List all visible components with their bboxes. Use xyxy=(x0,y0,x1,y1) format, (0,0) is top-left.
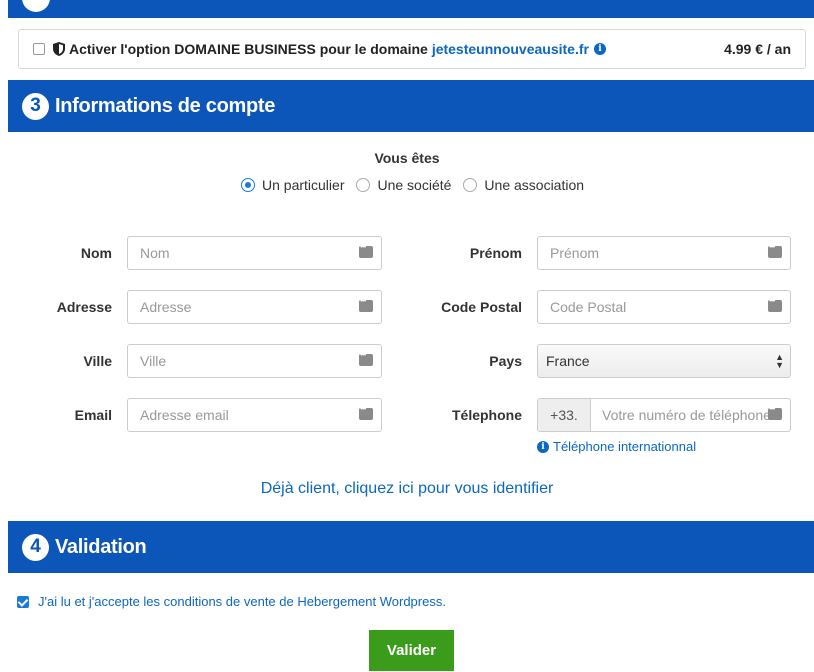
section-4-number: 4 xyxy=(22,533,49,561)
domain-business-checkbox[interactable] xyxy=(33,43,45,55)
ville-placeholder: Ville xyxy=(140,353,167,369)
prenom-input[interactable]: Prénom xyxy=(537,236,791,270)
section-2-header xyxy=(8,0,814,18)
accept-terms-checkbox[interactable] xyxy=(17,595,29,608)
section-4-title: Validation xyxy=(55,535,147,558)
code-postal-placeholder: Code Postal xyxy=(550,299,627,315)
telephone-placeholder: Votre numéro de téléphone xyxy=(602,407,771,423)
domain-business-option: Activer l'option DOMAINE BUSINESS pour l… xyxy=(18,29,806,69)
code-postal-input[interactable]: Code Postal xyxy=(537,290,791,324)
domain-business-label: Activer l'option DOMAINE BUSINESS pour l… xyxy=(69,41,428,57)
accept-terms-label[interactable]: J'ai lu et j'accepte les conditions de v… xyxy=(38,594,446,609)
international-phone-link[interactable]: i Téléphone internationnal xyxy=(537,439,696,454)
existing-client-login-link[interactable]: Déjà client, cliquez ici pour vous ident… xyxy=(0,480,814,498)
ville-label: Ville xyxy=(83,353,112,369)
radio-particulier[interactable] xyxy=(241,178,255,192)
section-3-header: 3 Informations de compte xyxy=(8,80,814,132)
domain-name-link[interactable]: jetesteunnouveausite.fr xyxy=(432,41,589,57)
phone-prefix: +33. xyxy=(538,399,591,431)
radio-societe-label[interactable]: Une société xyxy=(377,177,451,193)
account-type-radio-group: Un particulier Une société Une associati… xyxy=(241,177,596,193)
radio-societe[interactable] xyxy=(356,178,371,192)
autofill-icon[interactable] xyxy=(359,242,373,258)
adresse-placeholder: Adresse xyxy=(140,299,192,315)
domain-business-price: 4.99 € / an xyxy=(724,41,791,57)
pays-select[interactable]: France ▲ ▼ xyxy=(537,344,791,378)
autofill-icon[interactable] xyxy=(359,350,373,366)
email-label: Email xyxy=(74,407,112,423)
radio-particulier-label[interactable]: Un particulier xyxy=(262,177,344,193)
nom-placeholder: Nom xyxy=(140,245,170,261)
section-3-number: 3 xyxy=(22,92,49,120)
autofill-icon[interactable] xyxy=(359,404,373,420)
info-icon: i xyxy=(537,440,549,453)
account-type-title: Vous êtes xyxy=(374,150,440,166)
radio-association[interactable] xyxy=(463,178,478,192)
email-input[interactable]: Adresse email xyxy=(127,398,382,432)
section-2-number-circle xyxy=(22,0,50,12)
telephone-input[interactable]: +33. Votre numéro de téléphone xyxy=(537,398,791,432)
section-4-header: 4 Validation xyxy=(8,521,814,573)
valider-button[interactable]: Valider xyxy=(369,630,454,671)
pays-selected-value: France xyxy=(546,353,590,369)
pays-label: Pays xyxy=(489,353,522,369)
nom-input[interactable]: Nom xyxy=(127,236,382,270)
radio-association-label[interactable]: Une association xyxy=(484,177,584,193)
accept-terms: J'ai lu et j'accepte les conditions de v… xyxy=(17,594,446,609)
code-postal-label: Code Postal xyxy=(441,299,522,315)
shield-icon xyxy=(53,42,65,56)
ville-input[interactable]: Ville xyxy=(127,344,382,378)
autofill-icon[interactable] xyxy=(768,242,782,258)
prenom-label: Prénom xyxy=(469,245,522,261)
prenom-placeholder: Prénom xyxy=(550,245,600,261)
telephone-label: Télephone xyxy=(451,407,522,423)
adresse-input[interactable]: Adresse xyxy=(127,290,382,324)
autofill-icon[interactable] xyxy=(768,296,782,312)
info-icon[interactable]: i xyxy=(593,43,606,55)
nom-label: Nom xyxy=(80,245,112,261)
select-arrows-icon: ▲ ▼ xyxy=(775,352,784,370)
adresse-label: Adresse xyxy=(56,299,112,315)
international-phone-label: Téléphone internationnal xyxy=(553,439,697,454)
section-3-title: Informations de compte xyxy=(55,94,276,117)
email-placeholder: Adresse email xyxy=(140,407,229,423)
autofill-icon[interactable] xyxy=(359,296,373,312)
autofill-icon[interactable] xyxy=(768,404,782,420)
